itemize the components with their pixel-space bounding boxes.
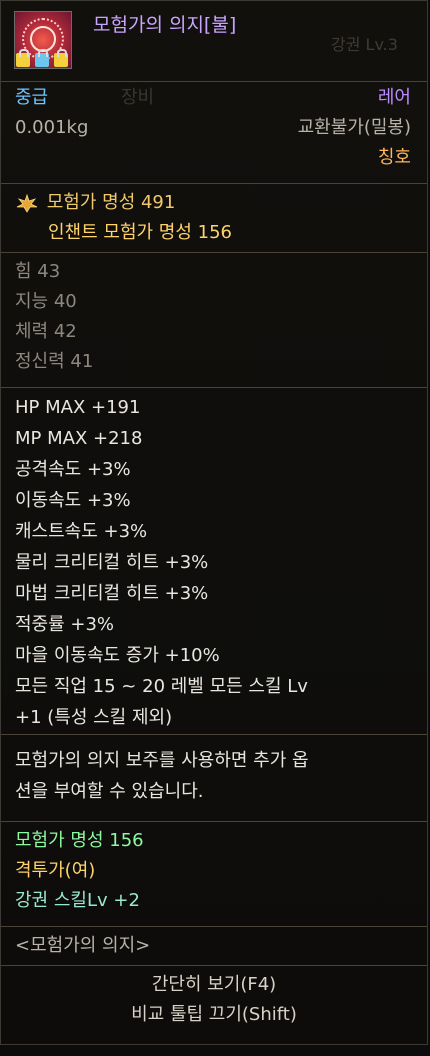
simple-view-button[interactable]: 간단히 보기(F4) xyxy=(1,970,427,1000)
weight-label: 0.001kg xyxy=(15,117,89,138)
fame-section: 모험가 명성 491 인챈트 모험가 명성 156 xyxy=(1,184,427,253)
compare-toggle-button[interactable]: 비교 툴팁 끄기(Shift) xyxy=(1,1000,427,1030)
enchant-section: 모험가 명성 156 격투가(여) 강권 스킬Lv +2 xyxy=(1,822,427,927)
description-line: 션을 부여할 수 있습니다. xyxy=(15,781,204,802)
yellow-lock-icon xyxy=(16,49,30,67)
option-mag-crit: 마법 크리티컬 히트 +3% xyxy=(15,583,209,604)
option-hp: HP MAX +191 xyxy=(15,397,141,418)
stat-int: 지능 40 xyxy=(15,291,77,312)
lock-icons xyxy=(16,49,76,69)
enchant-fame-label: 인챈트 모험가 명성 156 xyxy=(48,222,233,243)
trade-label: 교환불가(밀봉) xyxy=(297,117,411,138)
description-text: 모험가의 의지 보주를 사용하면 추가 옵 션을 부여할 수 있습니다. xyxy=(1,737,427,807)
sync-icon xyxy=(53,49,68,67)
watermark-text: 강권 Lv.3 xyxy=(331,35,398,54)
enchant-class: 격투가(여) xyxy=(15,860,96,881)
rarity-label: 레어 xyxy=(377,87,411,108)
stat-spr: 정신력 41 xyxy=(15,351,94,372)
fame-crest-icon xyxy=(16,193,38,213)
grade-label: 중급 xyxy=(15,87,49,108)
tooltip-header: 모험가의 의지[불] 강권 Lv.3 xyxy=(1,1,427,82)
footer-section: 간단히 보기(F4) 비교 툴팁 끄기(Shift) xyxy=(1,966,427,1056)
option-skill-lv: 모든 직업 15 ~ 20 레벨 모든 스킬 Lv xyxy=(15,676,308,697)
stat-vit: 체력 42 xyxy=(15,321,77,342)
set-section: <모험가의 의지> xyxy=(1,927,427,966)
bg-text: 장비 xyxy=(121,87,155,108)
option-town-speed: 마을 이동속도 증가 +10% xyxy=(15,645,220,666)
item-type-label: 칭호 xyxy=(377,147,411,168)
options-section: HP MAX +191 MP MAX +218 공격속도 +3% 이동속도 +3… xyxy=(1,388,427,735)
option-attack-speed: 공격속도 +3% xyxy=(15,459,131,480)
base-stats-section: 힘 43 지능 40 체력 42 정신력 41 xyxy=(1,253,427,388)
option-mp: MP MAX +218 xyxy=(15,428,143,449)
option-cast-speed: 캐스트속도 +3% xyxy=(15,521,148,542)
set-name: <모험가의 의지> xyxy=(15,935,151,956)
meta-section: 중급 장비 레어 0.001kg 교환불가(밀봉) 칭호 xyxy=(1,82,427,184)
enchant-fame: 모험가 명성 156 xyxy=(15,830,144,851)
option-move-speed: 이동속도 +3% xyxy=(15,490,131,511)
enchant-skill: 강권 스킬Lv +2 xyxy=(15,890,140,911)
item-tooltip: 모험가의 의지[불] 강권 Lv.3 중급 장비 레어 0.001kg 교환불가… xyxy=(0,0,428,1045)
stat-str: 힘 43 xyxy=(15,261,61,282)
description-line: 모험가의 의지 보주를 사용하면 추가 옵 xyxy=(15,750,309,771)
option-accuracy: 적중률 +3% xyxy=(15,614,115,635)
option-phys-crit: 물리 크리티컬 히트 +3% xyxy=(15,552,209,573)
item-title: 모험가의 의지[불] xyxy=(93,14,237,36)
description-section: 모험가의 의지 보주를 사용하면 추가 옵 션을 부여할 수 있습니다. xyxy=(1,735,427,822)
fame-label: 모험가 명성 491 xyxy=(46,192,176,213)
option-skill-lv-cont: +1 (특성 스킬 제외) xyxy=(15,707,173,728)
blue-lock-icon xyxy=(34,49,49,67)
